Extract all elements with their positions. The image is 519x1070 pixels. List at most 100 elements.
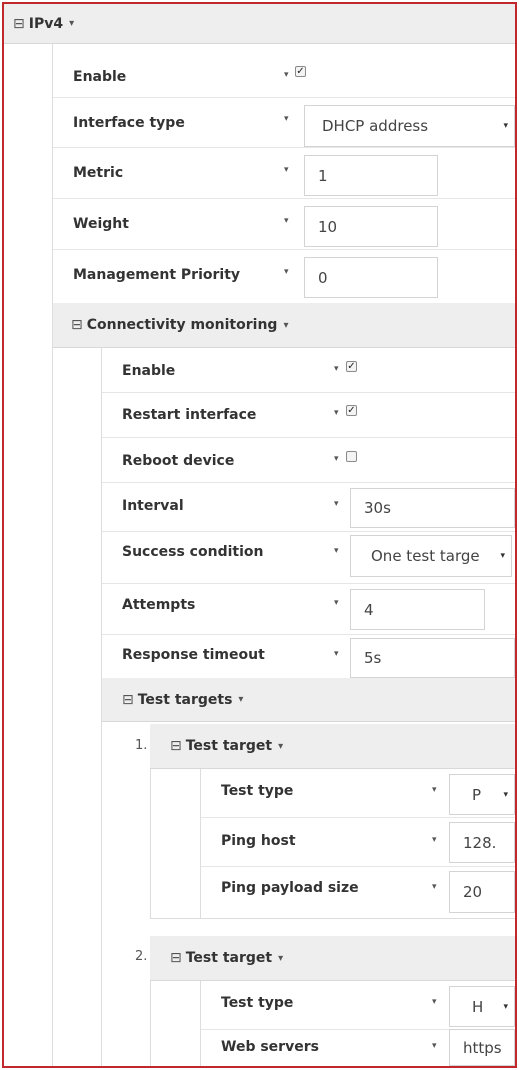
interval-input[interactable]: 30s — [350, 488, 515, 528]
weight-input[interactable]: 10 — [304, 206, 438, 247]
test-target-1-title: Test target — [185, 738, 273, 754]
target-2-index: 2. — [135, 949, 148, 964]
target-1-test-type-select[interactable]: P ▾ — [449, 774, 515, 815]
monitoring-section-header[interactable]: ⊟ Connectivity monitoring ▾ — [53, 303, 515, 348]
interface-type-select[interactable]: DHCP address ▾ — [304, 105, 515, 147]
test-targets-title: Test targets — [137, 691, 233, 708]
ping-payload-label: Ping payload size — [221, 880, 359, 896]
web-servers-value: https — [463, 1038, 502, 1057]
success-condition-label: Success condition — [122, 544, 264, 560]
chevron-down-icon[interactable]: ▾ — [284, 267, 289, 277]
target-1-ping-host-row: Ping host ▾ 128. — [201, 817, 515, 867]
monitoring-title: Connectivity monitoring — [86, 317, 278, 333]
chevron-down-icon[interactable]: ▾ — [432, 997, 437, 1007]
chevron-down-icon[interactable]: ▾ — [284, 70, 289, 80]
chevron-down-icon[interactable]: ▾ — [334, 546, 339, 556]
interface-type-label: Interface type — [73, 115, 185, 131]
collapse-icon[interactable]: ⊟ — [13, 16, 25, 32]
chevron-down-icon[interactable]: ▾ — [334, 364, 339, 374]
interface-type-value: DHCP address — [322, 117, 429, 135]
mon-enable-row: Enable ▾ ✓ — [102, 348, 515, 393]
metric-label: Metric — [73, 165, 124, 181]
ipv4-section-header[interactable]: ⊟ IPv4 ▾ — [4, 4, 515, 44]
test-target-2-title: Test target — [185, 950, 273, 966]
chevron-down-icon[interactable]: ▾ — [284, 216, 289, 226]
chevron-down-icon[interactable]: ▾ — [503, 1002, 508, 1012]
enable-checkbox[interactable]: ✓ — [295, 66, 306, 77]
chevron-down-icon[interactable]: ▾ — [432, 1041, 437, 1051]
collapse-icon[interactable]: ⊟ — [71, 317, 83, 333]
success-condition-row: Success condition ▾ One test targe ▾ — [102, 531, 515, 584]
restart-interface-checkbox[interactable]: ✓ — [346, 405, 357, 416]
target-2-left-line — [150, 981, 151, 1066]
chevron-down-icon[interactable]: ▾ — [284, 165, 289, 175]
attempts-value: 4 — [364, 600, 374, 619]
weight-label: Weight — [73, 216, 129, 232]
chevron-down-icon[interactable]: ▾ — [69, 18, 74, 29]
ping-host-value: 128. — [463, 833, 497, 852]
target-1-payload-row: Ping payload size ▾ 20 — [201, 866, 515, 918]
web-servers-input[interactable]: https — [449, 1029, 515, 1066]
collapse-icon[interactable]: ⊟ — [170, 950, 182, 966]
interval-row: Interval ▾ 30s — [102, 482, 515, 532]
chevron-down-icon[interactable]: ▾ — [238, 694, 243, 705]
chevron-down-icon[interactable]: ▾ — [432, 882, 437, 892]
target-1-bottom-border — [150, 918, 515, 919]
target-2-test-type-value: H — [472, 997, 484, 1016]
chevron-down-icon[interactable]: ▾ — [503, 790, 508, 800]
chevron-down-icon[interactable]: ▾ — [283, 320, 288, 331]
chevron-down-icon[interactable]: ▾ — [334, 598, 339, 608]
reboot-device-row: Reboot device ▾ — [102, 437, 515, 483]
interval-label: Interval — [122, 498, 184, 514]
chevron-down-icon[interactable]: ▾ — [334, 499, 339, 509]
target-1-left-line — [150, 769, 151, 919]
chevron-down-icon[interactable]: ▾ — [334, 408, 339, 418]
chevron-down-icon[interactable]: ▾ — [500, 551, 505, 561]
attempts-input[interactable]: 4 — [350, 589, 485, 630]
ipv4-interface-type-row: Interface type ▾ DHCP address ▾ — [53, 97, 515, 148]
reboot-device-label: Reboot device — [122, 453, 235, 469]
chevron-down-icon[interactable]: ▾ — [432, 785, 437, 795]
target-1-test-type-row: Test type ▾ P ▾ — [201, 769, 515, 818]
mgmt-priority-input[interactable]: 0 — [304, 257, 438, 298]
collapse-icon[interactable]: ⊟ — [170, 738, 182, 754]
metric-value: 1 — [318, 166, 328, 185]
success-condition-select[interactable]: One test targe ▾ — [350, 535, 512, 577]
target-2-test-type-row: Test type ▾ H ▾ — [201, 981, 515, 1030]
ipv4-metric-row: Metric ▾ 1 — [53, 147, 515, 199]
chevron-down-icon[interactable]: ▾ — [284, 114, 289, 124]
target-1-index: 1. — [135, 738, 148, 753]
target-2-test-type-select[interactable]: H ▾ — [449, 986, 515, 1027]
response-timeout-value: 5s — [364, 649, 382, 667]
test-target-2-header[interactable]: ⊟ Test target ▾ — [150, 936, 515, 981]
chevron-down-icon[interactable]: ▾ — [334, 454, 339, 464]
ping-payload-value: 20 — [463, 883, 483, 901]
test-target-1-header[interactable]: ⊟ Test target ▾ — [150, 724, 515, 769]
web-servers-label: Web servers — [221, 1039, 319, 1055]
target-2-web-servers-row: Web servers ▾ https — [201, 1029, 515, 1066]
target-2-test-type-label: Test type — [221, 995, 294, 1011]
ping-host-input[interactable]: 128. — [449, 822, 515, 863]
chevron-down-icon[interactable]: ▾ — [278, 741, 283, 752]
chevron-down-icon[interactable]: ▾ — [334, 649, 339, 659]
response-timeout-label: Response timeout — [122, 647, 265, 663]
enable-label: Enable — [73, 69, 127, 85]
ipv4-enable-row: Enable ▾ ✓ — [53, 44, 515, 98]
restart-interface-row: Restart interface ▾ ✓ — [102, 392, 515, 438]
ping-host-label: Ping host — [221, 833, 296, 849]
reboot-device-checkbox[interactable] — [346, 451, 357, 462]
ping-payload-input[interactable]: 20 — [449, 871, 515, 913]
test-targets-header[interactable]: ⊟ Test targets ▾ — [102, 678, 515, 722]
metric-input[interactable]: 1 — [304, 155, 438, 196]
restart-interface-label: Restart interface — [122, 407, 257, 423]
attempts-label: Attempts — [122, 597, 196, 613]
chevron-down-icon[interactable]: ▾ — [503, 121, 508, 131]
mon-enable-label: Enable — [122, 363, 176, 379]
collapse-icon[interactable]: ⊟ — [122, 692, 134, 708]
target-1-test-type-value: P — [472, 785, 482, 804]
chevron-down-icon[interactable]: ▾ — [278, 953, 283, 964]
chevron-down-icon[interactable]: ▾ — [432, 835, 437, 845]
response-timeout-input[interactable]: 5s — [350, 638, 515, 678]
mon-enable-checkbox[interactable]: ✓ — [346, 361, 357, 372]
interval-value: 30s — [364, 499, 391, 517]
